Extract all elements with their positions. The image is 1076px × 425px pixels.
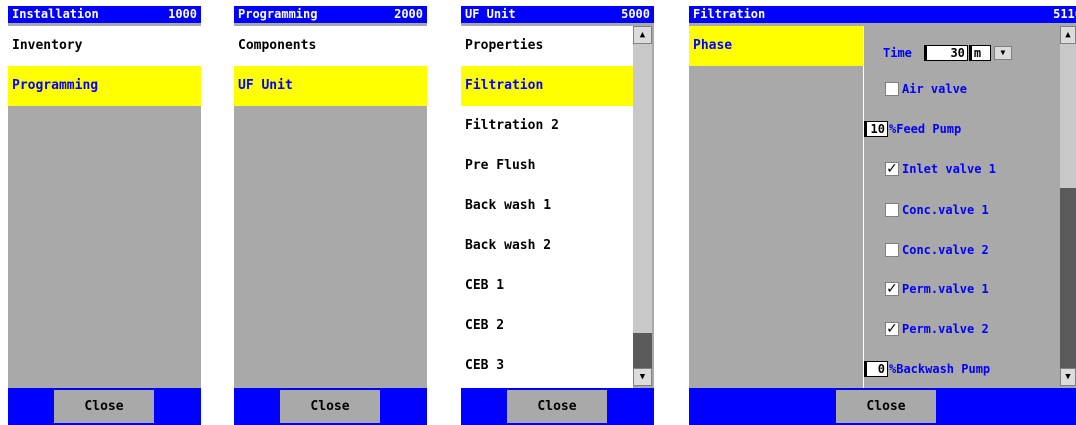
menu-item-ceb-1[interactable]: CEB 1: [461, 266, 633, 306]
conc-valve-1-checkbox[interactable]: [885, 203, 899, 217]
menu-item-uf-unit[interactable]: UF Unit: [234, 66, 427, 106]
panel-title: UF Unit: [465, 7, 516, 21]
scroll-thumb[interactable]: [633, 333, 652, 368]
footer-bar: Close: [234, 388, 427, 425]
perm-valve-2-label: Perm.valve 2: [902, 322, 989, 336]
programming-panel: Programming 2000 Components UF Unit Clos…: [234, 6, 427, 425]
scroll-down-button[interactable]: ▼: [633, 368, 652, 386]
perm-valve-2-row: ✓ Perm.valve 2: [885, 319, 989, 339]
scroll-down-button[interactable]: ▼: [1060, 368, 1076, 386]
title-bar: Filtration 5110: [689, 6, 1076, 23]
title-bar: UF Unit 5000: [461, 6, 654, 23]
menu-item-ceb-3[interactable]: CEB 3: [461, 346, 633, 386]
scroll-up-button[interactable]: ▲: [633, 26, 652, 44]
menu-item-filtration-2[interactable]: Filtration 2: [461, 106, 633, 146]
footer-bar: Close: [461, 388, 654, 425]
inlet-valve-1-checkbox[interactable]: ✓: [885, 161, 899, 177]
menu-item-ceb-2[interactable]: CEB 2: [461, 306, 633, 346]
menu-list: Properties Filtration Filtration 2 Pre F…: [461, 26, 633, 394]
title-bar: Installation 1000: [8, 6, 201, 23]
panel-code: 5110: [1053, 7, 1076, 21]
inlet-valve-1-row: ✓ Inlet valve 1: [885, 159, 996, 179]
air-valve-checkbox[interactable]: [885, 82, 899, 96]
time-row: Time 30 m ▼: [883, 43, 1012, 63]
conc-valve-1-row: Conc.valve 1: [885, 200, 989, 220]
backwash-pump-input[interactable]: 0: [864, 361, 888, 377]
panel-code: 2000: [394, 7, 423, 21]
perm-valve-1-checkbox[interactable]: ✓: [885, 281, 899, 297]
uf-unit-panel: UF Unit 5000 Properties Filtration Filtr…: [461, 6, 654, 425]
time-input[interactable]: 30: [923, 45, 968, 61]
menu-item-back-wash-2[interactable]: Back wash 2: [461, 226, 633, 266]
menu-item-inventory[interactable]: Inventory: [8, 26, 201, 66]
inlet-valve-1-label: Inlet valve 1: [902, 162, 996, 176]
panel-title: Filtration: [693, 7, 766, 21]
phase-tab[interactable]: Phase: [689, 26, 863, 66]
air-valve-label: Air valve: [902, 82, 968, 96]
footer-bar: Close: [689, 388, 1076, 425]
check-icon: ✓: [886, 161, 898, 177]
menu-item-pre-flush[interactable]: Pre Flush: [461, 146, 633, 186]
scrollbar[interactable]: ▲ ▼: [1060, 26, 1076, 386]
dropdown-arrow-icon[interactable]: ▼: [993, 46, 1012, 60]
scroll-up-button[interactable]: ▲: [1060, 26, 1076, 44]
menu-item-filtration[interactable]: Filtration: [461, 66, 633, 106]
arrow-up-icon: ▲: [1065, 30, 1071, 40]
close-button[interactable]: Close: [54, 390, 154, 423]
menu-item-properties[interactable]: Properties: [461, 26, 633, 66]
conc-valve-1-label: Conc.valve 1: [902, 203, 989, 217]
title-bar: Programming 2000: [234, 6, 427, 23]
filtration-panel: Filtration 5110 Phase Time 30 m ▼ Air va…: [689, 6, 1076, 425]
conc-valve-2-checkbox[interactable]: [885, 243, 899, 257]
perm-valve-2-checkbox[interactable]: ✓: [885, 321, 899, 337]
installation-panel: Installation 1000 Inventory Programming …: [8, 6, 201, 425]
perm-valve-1-label: Perm.valve 1: [902, 282, 989, 296]
air-valve-row: Air valve: [885, 79, 967, 99]
close-button[interactable]: Close: [507, 390, 607, 423]
arrow-up-icon: ▲: [639, 30, 646, 40]
feed-pump-label: %Feed Pump: [889, 122, 962, 136]
perm-valve-1-row: ✓ Perm.valve 1: [885, 279, 989, 299]
scroll-thumb[interactable]: [1060, 188, 1076, 368]
arrow-down-icon: ▼: [1065, 372, 1071, 382]
feed-pump-row: 10 %Feed Pump: [864, 119, 961, 139]
panel-code: 1000: [168, 7, 197, 21]
feed-pump-input[interactable]: 10: [864, 121, 888, 137]
footer-bar: Close: [8, 388, 201, 425]
panel-code: 5000: [621, 7, 650, 21]
backwash-pump-label: %Backwash Pump: [889, 362, 991, 376]
time-label: Time: [883, 46, 912, 60]
panel-title: Programming: [238, 7, 318, 21]
menu-item-back-wash-1[interactable]: Back wash 1: [461, 186, 633, 226]
backwash-pump-row: 0 %Backwash Pump: [864, 359, 990, 379]
conc-valve-2-row: Conc.valve 2: [885, 240, 989, 260]
scrollbar[interactable]: ▲ ▼: [633, 26, 652, 386]
menu-item-programming[interactable]: Programming: [8, 66, 201, 106]
close-button[interactable]: Close: [280, 390, 380, 423]
check-icon: ✓: [886, 321, 898, 337]
check-icon: ✓: [886, 281, 898, 297]
panel-title: Installation: [12, 7, 99, 21]
divider: [863, 26, 864, 388]
conc-valve-2-label: Conc.valve 2: [902, 243, 989, 257]
close-button[interactable]: Close: [836, 390, 936, 423]
arrow-down-icon: ▼: [639, 372, 646, 382]
menu-item-components[interactable]: Components: [234, 26, 427, 66]
time-unit-select[interactable]: m: [968, 45, 991, 61]
